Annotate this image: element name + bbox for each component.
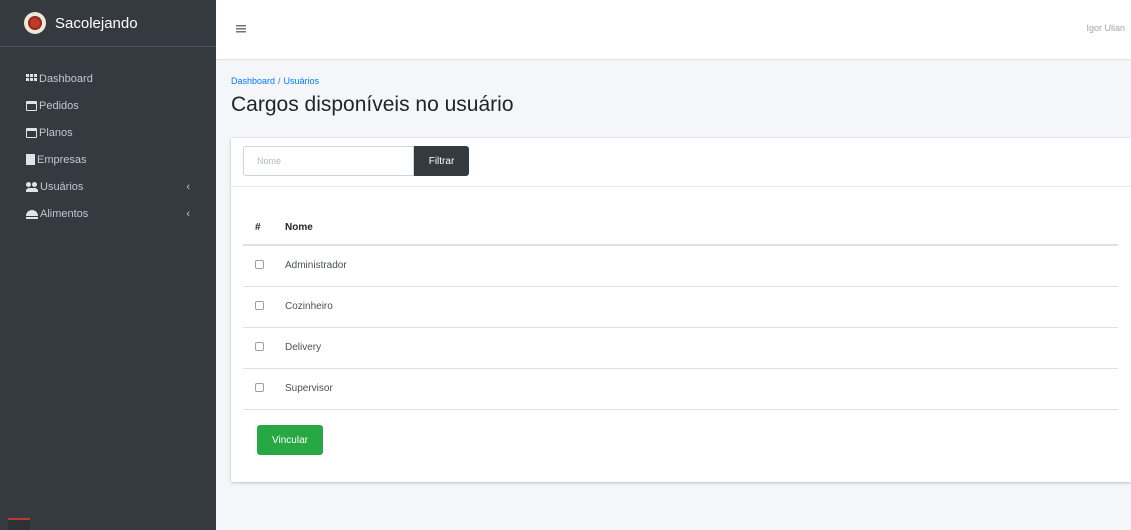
calendar-icon [26,127,37,138]
link-button[interactable]: Vincular [257,425,323,455]
filter-bar: Filtrar [243,146,469,176]
sidebar-item-label: Usuários [40,180,84,193]
sidebar-item-label: Pedidos [39,99,79,112]
chevron-left-icon: ‹ [186,208,190,220]
sidebar-item-dashboard[interactable]: Dashboard [26,65,190,92]
table-row: Delivery [243,327,1118,369]
sidebar-item-empresas[interactable]: Empresas [26,146,190,173]
row-checkbox[interactable] [255,382,264,392]
top-navbar: Igor Ulian [216,0,1131,60]
column-header-name: Nome [285,210,1118,246]
brand-logo-icon [24,12,46,34]
sidebar-footer-tab [8,518,30,530]
brand-name: Sacolejando [55,14,138,32]
role-name: Supervisor [285,368,1118,410]
name-filter-input[interactable] [243,146,414,176]
sidebar-item-label: Dashboard [39,72,93,85]
filter-button[interactable]: Filtrar [414,146,469,176]
sidebar-item-planos[interactable]: Planos [26,119,190,146]
sidebar-item-usuarios[interactable]: Usuários ‹ [26,173,190,200]
sidebar-item-label: Planos [39,126,73,139]
building-icon [26,154,35,165]
food-icon [26,209,38,219]
table-header-row: # Nome [243,210,1118,246]
table-row: Supervisor [243,368,1118,410]
row-checkbox[interactable] [255,341,264,351]
role-name: Cozinheiro [285,286,1118,328]
chevron-left-icon: ‹ [186,181,190,193]
dashboard-grid-icon [26,73,37,84]
table-row: Administrador [243,245,1118,287]
column-header-number: # [243,210,285,246]
hamburger-icon[interactable] [236,25,246,33]
divider [231,186,1131,187]
role-name: Administrador [285,245,1118,287]
content-header: Dashboard / Usuários Cargos disponíveis no… [231,76,514,117]
breadcrumb-separator: / [278,76,281,86]
sidebar: Sacolejando Dashboard Pedidos Planos Emp… [0,0,216,530]
sidebar-item-label: Alimentos [40,207,89,220]
sidebar-item-alimentos[interactable]: Alimentos ‹ [26,200,190,227]
row-checkbox[interactable] [255,300,264,310]
table-row: Cozinheiro [243,286,1118,328]
user-name[interactable]: Igor Ulian [1086,23,1125,33]
roles-table: # Nome Administrador Cozinheiro Delivery… [243,210,1118,410]
breadcrumb: Dashboard / Usuários [231,76,514,86]
sidebar-nav: Dashboard Pedidos Planos Empresas Usuári… [0,47,216,227]
users-icon [26,181,38,192]
page-title: Cargos disponíveis no usuário [231,93,514,116]
breadcrumb-item-dashboard[interactable]: Dashboard [231,76,275,86]
row-checkbox[interactable] [255,259,264,269]
brand[interactable]: Sacolejando [0,0,216,47]
sidebar-item-label: Empresas [37,153,87,166]
calendar-icon [26,100,37,111]
roles-card: Filtrar # Nome Administrador Cozinheiro … [231,138,1131,482]
role-name: Delivery [285,327,1118,369]
sidebar-item-pedidos[interactable]: Pedidos [26,92,190,119]
breadcrumb-item-usuarios[interactable]: Usuários [284,76,320,86]
